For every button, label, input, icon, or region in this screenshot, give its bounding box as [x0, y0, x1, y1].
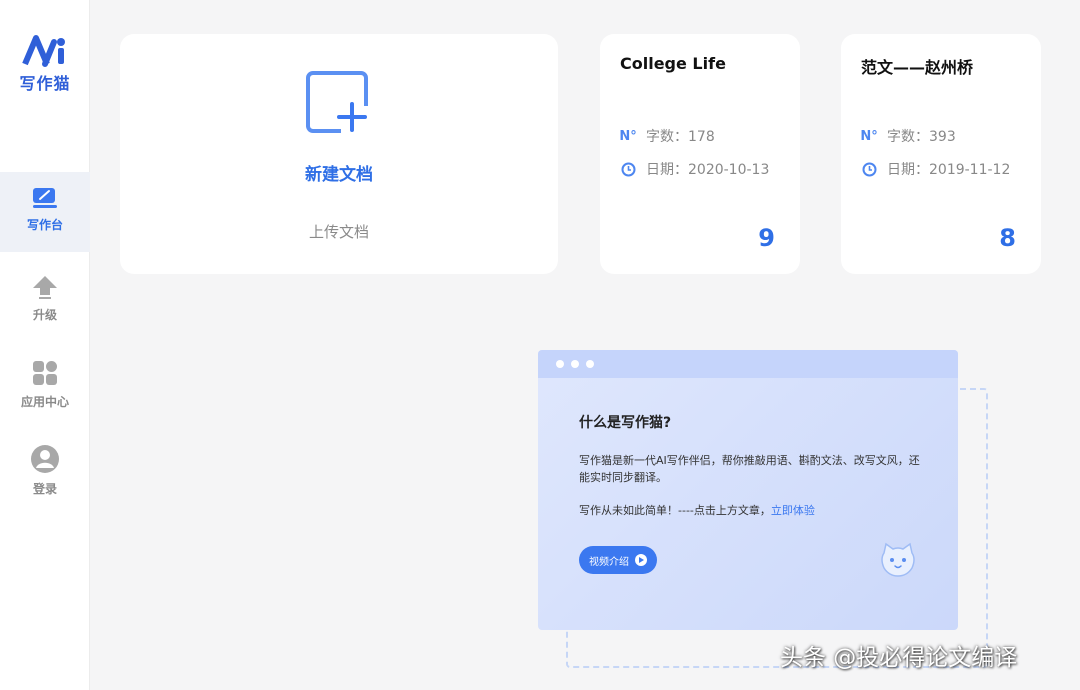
new-document-label[interactable]: 新建文档	[120, 160, 558, 185]
word-count: N° 字数：178	[619, 126, 715, 146]
video-intro-button[interactable]: 视频介绍	[579, 546, 657, 574]
word-count-text: 字数：178	[646, 129, 715, 145]
sidebar-item-upgrade[interactable]: 升级	[0, 262, 90, 342]
upload-arrow-icon	[33, 276, 57, 299]
number-icon: N°	[619, 128, 637, 144]
try-now-link[interactable]: 立即体验	[771, 504, 815, 517]
window-dot-icon	[586, 360, 594, 368]
clock-icon	[861, 162, 877, 177]
sidebar-item-label: 登录	[32, 482, 57, 496]
tagline-text: 写作从未如此简单！----点击上方文章，	[579, 504, 771, 517]
clock-icon	[620, 162, 636, 177]
document-date: 日期：2019-11-12	[861, 159, 1010, 179]
document-card[interactable]: College Life N° 字数：178 日期：2020-10-13 9	[600, 34, 800, 274]
edit-icon	[33, 188, 57, 208]
grid-icon	[33, 361, 57, 385]
sidebar-item-label: 升级	[32, 308, 57, 322]
date-text: 日期：2020-10-13	[646, 162, 770, 178]
sidebar: 写作猫 写作台 升级 应用中心 登录	[0, 0, 90, 690]
video-button-label: 视频介绍	[589, 556, 629, 568]
document-date: 日期：2020-10-13	[620, 159, 769, 179]
user-icon	[31, 445, 59, 473]
document-card[interactable]: 范文——赵州桥 N° 字数：393 日期：2019-11-12 8	[841, 34, 1041, 274]
intro-description: 写作猫是新一代AI写作伴侣，帮你推敲用语、斟酌文法、改写文风，还能实时同步翻译。	[579, 454, 920, 484]
cat-mascot-icon	[881, 542, 915, 577]
word-count-text: 字数：393	[887, 129, 956, 145]
app-logo[interactable]: 写作猫	[10, 34, 80, 94]
logo-mark-icon	[22, 35, 65, 67]
intro-tagline: 写作从未如此简单！----点击上方文章，立即体验	[579, 502, 815, 518]
new-document-card[interactable]: 新建文档 上传文档	[120, 34, 558, 274]
sidebar-item-workspace[interactable]: 写作台	[0, 172, 90, 252]
window-dot-icon	[556, 360, 564, 368]
sidebar-item-label: 写作台	[26, 218, 63, 232]
new-document-icon	[306, 71, 371, 136]
word-count: N° 字数：393	[860, 126, 956, 146]
sidebar-item-label: 应用中心	[20, 395, 69, 409]
sidebar-item-app-center[interactable]: 应用中心	[0, 350, 90, 430]
sidebar-item-login[interactable]: 登录	[0, 436, 90, 516]
window-title-bar	[538, 350, 958, 378]
document-score: 9	[758, 224, 775, 252]
document-title: College Life	[620, 54, 726, 73]
upload-document-link[interactable]: 上传文档	[120, 221, 558, 242]
window-dot-icon	[571, 360, 579, 368]
document-title: 范文——赵州桥	[861, 58, 974, 77]
watermark: 头条 @投必得论文编译	[780, 645, 1018, 671]
play-icon	[635, 554, 647, 566]
logo-text: 写作猫	[19, 74, 71, 93]
intro-title: 什么是写作猫?	[579, 415, 672, 431]
number-icon: N°	[860, 128, 878, 144]
document-score: 8	[999, 224, 1016, 252]
date-text: 日期：2019-11-12	[887, 162, 1011, 178]
intro-panel: 什么是写作猫? 写作猫是新一代AI写作伴侣，帮你推敲用语、斟酌文法、改写文风，还…	[538, 350, 958, 630]
